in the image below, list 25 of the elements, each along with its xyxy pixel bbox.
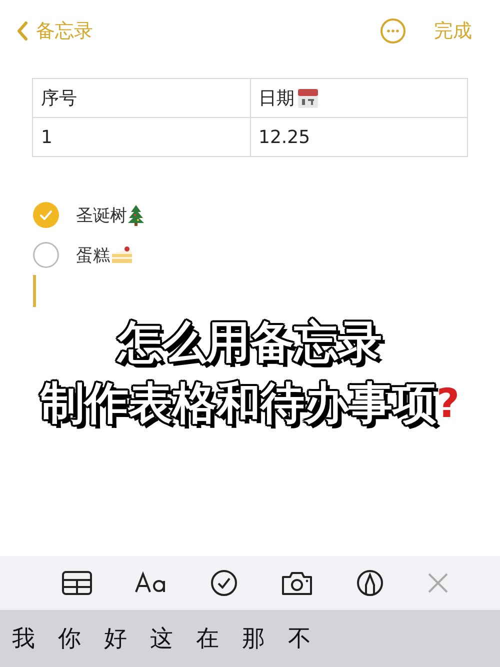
column-header: 日期 xyxy=(258,87,294,110)
table-icon[interactable] xyxy=(62,571,92,595)
candidate-key[interactable]: 好 xyxy=(104,623,127,654)
checklist-icon[interactable] xyxy=(210,569,238,597)
back-chevron-icon xyxy=(16,21,28,41)
checklist-item-text: 蛋糕 xyxy=(76,244,110,266)
calendar-icon xyxy=(296,87,318,109)
markup-pen-icon[interactable] xyxy=(356,569,384,597)
candidate-key[interactable]: 这 xyxy=(150,623,173,654)
table-cell: 1 xyxy=(41,126,52,148)
checklist-item-text: 圣诞树 xyxy=(76,204,127,226)
candidate-key[interactable]: 我 xyxy=(12,623,35,654)
christmas-tree-icon xyxy=(127,204,145,226)
text-cursor xyxy=(33,275,36,307)
candidate-key[interactable]: 在 xyxy=(196,623,219,654)
candidate-key[interactable]: 不 xyxy=(288,623,311,654)
text-format-icon[interactable] xyxy=(134,571,166,595)
checkbox[interactable] xyxy=(33,202,59,228)
cake-slice-icon xyxy=(110,245,134,265)
candidate-key[interactable]: 那 xyxy=(242,623,265,654)
camera-icon[interactable] xyxy=(280,570,312,596)
column-header: 序号 xyxy=(41,87,77,110)
table-cell: 12.25 xyxy=(258,126,310,148)
candidate-key[interactable]: 你 xyxy=(58,623,81,654)
checkbox[interactable] xyxy=(33,242,59,268)
